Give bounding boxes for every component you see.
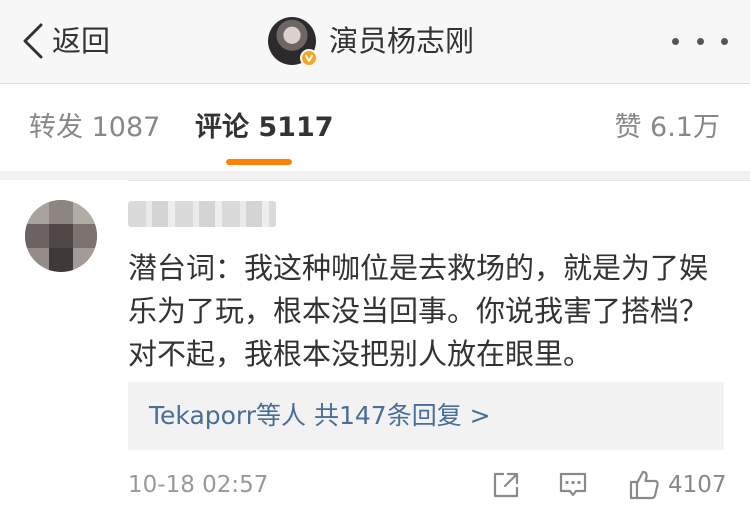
like-button[interactable]: 4107 <box>628 468 727 502</box>
chevron-left-icon <box>23 23 43 59</box>
avatar-pixel <box>49 200 73 224</box>
comment-icon <box>559 472 587 497</box>
tab-comment[interactable]: 评论 5117 <box>195 111 334 145</box>
comment-text: 潜台词：我这种咖位是去救场的，就是为了娱乐为了玩，根本没当回事。你说我害了搭档？… <box>128 251 709 371</box>
avatar-pixel <box>49 224 73 248</box>
share-icon <box>493 472 519 498</box>
avatar-pixel <box>25 248 49 272</box>
more-dot <box>696 37 704 45</box>
avatar-pixel <box>49 248 73 272</box>
replies-summary-box[interactable]: Tekaporr等人 共147条回复 > <box>128 382 724 450</box>
avatar-pixel <box>25 224 49 248</box>
more-horizontal-icon[interactable] <box>672 26 728 56</box>
tab-bar: 转发 1087 评论 5117 赞 6.1万 <box>0 85 750 171</box>
account-avatar-wrap <box>268 17 318 67</box>
replies-summary-link[interactable]: Tekaporr等人 共147条回复 > <box>149 400 491 432</box>
share-button[interactable] <box>491 468 523 502</box>
tab-like[interactable]: 赞 6.1万 <box>614 111 720 145</box>
back-button[interactable]: 返回 <box>22 20 110 62</box>
verified-badge-icon <box>300 49 318 67</box>
more-dot <box>721 37 728 45</box>
avatar-pixel <box>25 200 49 224</box>
more-dot <box>672 37 679 45</box>
avatar-pixel <box>73 248 97 272</box>
tab-repost[interactable]: 转发 1087 <box>29 111 160 145</box>
divider-line <box>128 180 750 181</box>
account-header[interactable]: 演员杨志刚 <box>268 17 474 67</box>
account-name[interactable]: 演员杨志刚 <box>329 17 474 65</box>
comment-timestamp: 10-18 02:57 <box>128 472 269 498</box>
commenter-avatar[interactable] <box>25 200 97 272</box>
navigation-bar: 返回 演员杨志刚 <box>0 0 750 84</box>
back-label: 返回 <box>52 24 111 58</box>
avatar-pixel <box>73 224 97 248</box>
avatar-pixel <box>73 200 97 224</box>
commenter-name-blurred[interactable] <box>128 201 276 227</box>
active-tab-indicator <box>226 159 292 165</box>
thumbs-up-icon <box>629 470 659 500</box>
reply-button[interactable] <box>558 468 590 502</box>
like-count: 4107 <box>668 472 727 498</box>
section-divider <box>0 171 750 180</box>
